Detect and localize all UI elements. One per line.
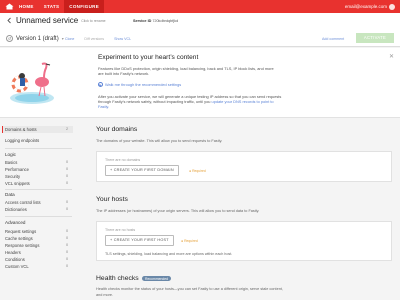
hosts-description: The IP addresses (or hostnames) of your …: [96, 209, 260, 213]
sidebar-item-basics[interactable]: Basics: [5, 160, 17, 165]
warning-icon: ●: [189, 169, 192, 173]
create-first-domain-button[interactable]: + CREATE YOUR FIRST DOMAIN: [105, 165, 179, 176]
walkthrough-label: Walk me through the recommended settings: [105, 82, 182, 87]
chevron-left-icon[interactable]: [6, 17, 13, 24]
user-email: email@example.com: [344, 4, 387, 9]
health-checks-description: Health checks monitor the status of your…: [96, 287, 283, 291]
health-checks-title: Health checks: [96, 275, 139, 282]
sidebar-heading-advanced: Advanced: [5, 220, 26, 225]
sidebar-item-request-settings[interactable]: Request settings: [5, 229, 36, 234]
sidebar-item-cache-settings[interactable]: Cache settings: [5, 236, 33, 241]
domains-title: Your domains: [96, 126, 138, 133]
nav-home[interactable]: HOME: [14, 0, 39, 13]
create-host-label: CREATE YOUR FIRST HOST: [113, 238, 169, 242]
required-indicator: ● Required: [189, 169, 206, 173]
close-icon[interactable]: ✕: [389, 53, 394, 60]
health-checks-description-cont: and more.: [96, 293, 114, 297]
sidebar-item-performance[interactable]: Performance: [5, 167, 29, 172]
service-name[interactable]: Unnamed service: [16, 16, 78, 25]
sidebar-item-dictionaries[interactable]: Dictionaries: [5, 207, 27, 212]
service-id-label: Service ID: [133, 19, 152, 23]
clone-link[interactable]: Clone: [65, 37, 74, 41]
version-label: Version 1 (draft): [16, 35, 59, 42]
user-menu[interactable]: email@example.com: [345, 0, 395, 13]
required-indicator: ● Required: [181, 239, 198, 243]
sidebar-item-security[interactable]: Security: [5, 174, 20, 179]
walkthrough-link[interactable]: ▶ Walk me through the recommended settin…: [98, 82, 181, 87]
sidebar-divider: [5, 148, 72, 149]
create-first-host-button[interactable]: + CREATE YOUR FIRST HOST: [105, 235, 174, 246]
required-label: Required: [184, 239, 198, 243]
sidebar-item-vcl-snippets[interactable]: VCL snippets: [5, 181, 30, 186]
recommended-badge: Recommended: [142, 276, 171, 281]
hosts-card: There are no hosts + CREATE YOUR FIRST H…: [96, 221, 392, 261]
version-icon: ↺: [6, 35, 13, 42]
domains-description: The domains of your website. This will a…: [96, 139, 223, 143]
banner-title: Experiment to your heart’s content: [98, 54, 199, 61]
version-selector[interactable]: ↺ Version 1 (draft) ▾: [6, 35, 64, 42]
sidebar-divider: [5, 216, 72, 217]
nav-stats[interactable]: STATS: [39, 0, 65, 13]
domains-card: There are no domains + CREATE YOUR FIRST…: [96, 151, 392, 182]
sidebar-item-custom-vcl[interactable]: Custom VCL: [5, 264, 29, 269]
sidebar-item-response-settings[interactable]: Response settings: [5, 243, 39, 248]
sidebar-item-logging-endpoints[interactable]: Logging endpoints: [5, 138, 39, 143]
banner-activation-note: After you activate your service, we will…: [98, 94, 283, 109]
no-hosts-text: There are no hosts: [105, 228, 136, 232]
pool-flamingo-illustration: [10, 62, 54, 104]
no-domains-text: There are no domains: [105, 158, 141, 162]
service-header: Unnamed service Click to rename Service …: [0, 13, 400, 47]
chevron-down-icon: ▾: [61, 36, 64, 41]
required-label: Required: [192, 169, 206, 173]
nav-configure[interactable]: CONFIGURE: [64, 0, 104, 13]
activate-button[interactable]: ACTIVATE: [356, 33, 394, 43]
create-domain-label: CREATE YOUR FIRST DOMAIN: [113, 168, 174, 172]
service-id: Service ID 7J0kdbrdqbfjkd: [133, 19, 178, 23]
sidebar-heading-logic: Logic: [5, 152, 16, 157]
warning-icon: ●: [181, 239, 184, 243]
hosts-title: Your hosts: [96, 196, 128, 203]
sidebar-heading-data: Data: [5, 192, 15, 197]
add-comment-link[interactable]: Add comment: [322, 37, 344, 41]
play-icon: ▶: [98, 82, 103, 87]
onboarding-banner: Experiment to your heart’s content Featu…: [0, 48, 400, 118]
sidebar-badge: 0: [66, 264, 69, 268]
avatar: [389, 3, 395, 10]
hosts-footnote: TLS settings, shielding, load balancing …: [105, 252, 233, 256]
sidebar-item-access-control-lists[interactable]: Access control lists: [5, 200, 41, 205]
diff-versions-link[interactable]: Diff versions: [84, 37, 104, 41]
rename-hint: Click to rename: [81, 18, 106, 23]
top-nav: HOME STATS CONFIGURE email@example.com: [0, 0, 400, 13]
sidebar-item-conditions[interactable]: Conditions: [5, 257, 25, 262]
sidebar-item-domains-hosts[interactable]: Domains & hosts: [5, 127, 37, 132]
sidebar-divider: [5, 189, 72, 190]
home-icon[interactable]: [5, 3, 14, 10]
banner-description: Features like DDoS protection, origin sh…: [98, 66, 274, 76]
show-vcl-link[interactable]: Show VCL: [114, 37, 131, 41]
sidebar-item-headers[interactable]: Headers: [5, 250, 21, 255]
service-id-value: 7J0kdbrdqbfjkd: [152, 19, 179, 23]
